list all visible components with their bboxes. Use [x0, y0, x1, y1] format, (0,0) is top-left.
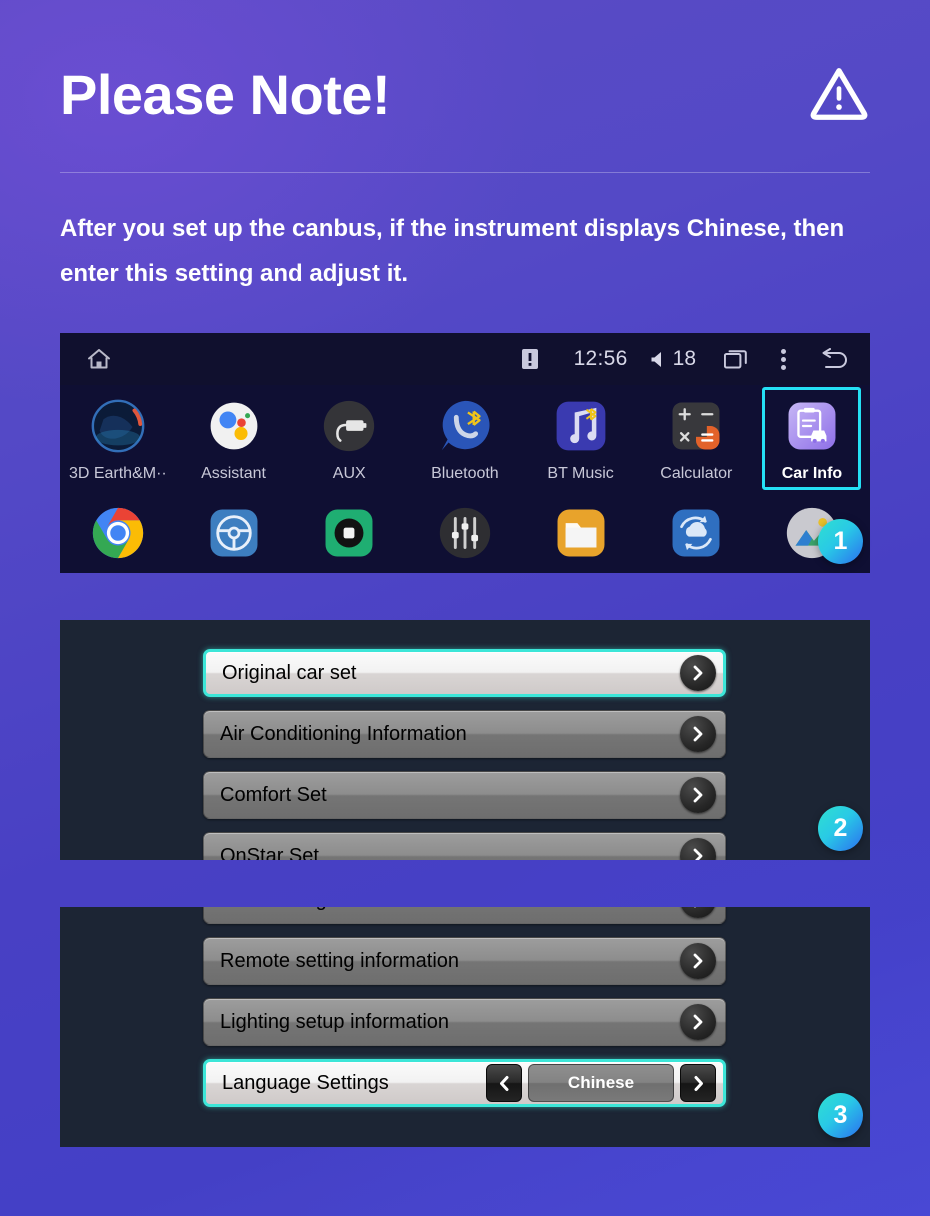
app-label: Calculator	[660, 465, 733, 482]
chevron-right-icon	[694, 1075, 703, 1091]
page-subtitle: After you set up the canbus, if the inst…	[60, 215, 845, 287]
setting-label: Comfort Set	[220, 783, 327, 806]
page-header: Please Note!	[60, 55, 870, 145]
app-steering-wheel[interactable]	[176, 496, 292, 564]
home-icon[interactable]	[86, 346, 112, 372]
app-bluetooth[interactable]: Bluetooth	[407, 385, 523, 483]
status-bar-right: 12:56 18	[521, 347, 870, 371]
launcher-screenshot: 12:56 18 3D Earth&M·· Assistant AUX Blue…	[60, 333, 870, 573]
aux-plug-icon	[318, 395, 380, 457]
chrome-icon	[87, 502, 149, 564]
setting-label: Original car set	[222, 661, 357, 684]
language-prev-button[interactable]	[486, 1064, 522, 1102]
app-label: 3D Earth&M··	[68, 465, 167, 482]
chevron-right-icon[interactable]	[680, 838, 716, 860]
chevron-right-icon[interactable]	[680, 1004, 716, 1040]
setting-row-air-conditioning[interactable]: Air Conditioning Information	[203, 710, 726, 758]
setting-label: Air Conditioning Information	[220, 722, 467, 745]
app-chrome[interactable]	[60, 496, 176, 564]
app-dashcam[interactable]	[291, 496, 407, 564]
steering-wheel-icon	[203, 502, 265, 564]
step-badge-1: 1	[818, 519, 863, 564]
cloud-sync-icon	[665, 502, 727, 564]
recents-icon[interactable]	[723, 349, 747, 369]
warning-badge-icon	[521, 349, 538, 369]
app-label: Car Info	[781, 465, 843, 482]
chevron-right-icon[interactable]	[680, 716, 716, 752]
app-bt-music[interactable]: BT Music	[523, 385, 639, 483]
language-stepper: Chinese	[486, 1064, 716, 1102]
app-label: Assistant	[201, 465, 266, 482]
setting-row-lighting-setup[interactable]: Lighting setup information	[203, 998, 726, 1046]
app-grid-row-1: 3D Earth&M·· Assistant AUX Bluetooth BT …	[60, 385, 870, 490]
volume-indicator[interactable]: 18	[650, 347, 696, 371]
volume-icon	[651, 351, 661, 367]
app-aux[interactable]: AUX	[291, 385, 407, 483]
step-badge-3: 3	[818, 1093, 863, 1138]
google-assistant-icon	[203, 395, 265, 457]
car-settings-panel-1: Original car set Air Conditioning Inform…	[60, 620, 870, 860]
chevron-right-icon[interactable]	[680, 777, 716, 813]
back-icon[interactable]	[820, 348, 848, 370]
app-label: BT Music	[547, 465, 614, 482]
warning-triangle-icon	[808, 63, 870, 125]
setting-row-onstar-set[interactable]: OnStar Set	[203, 832, 726, 860]
overflow-menu-icon[interactable]	[781, 348, 786, 370]
volume-level: 18	[672, 347, 696, 370]
setting-row-lock-setting[interactable]: Lock setting information	[203, 907, 726, 924]
app-cloud-sync[interactable]	[638, 496, 754, 564]
app-assistant[interactable]: Assistant	[176, 385, 292, 483]
setting-label: OnStar Set	[220, 844, 319, 861]
setting-label: Remote setting information	[220, 949, 460, 972]
setting-row-comfort-set[interactable]: Comfort Set	[203, 771, 726, 819]
page-title: Please Note!	[60, 63, 391, 126]
app-label: AUX	[332, 465, 366, 482]
setting-label: Lock setting information	[220, 907, 431, 912]
app-label: Bluetooth	[431, 465, 499, 482]
equalizer-icon	[434, 502, 496, 564]
setting-label: Language Settings	[222, 1071, 389, 1094]
bluetooth-phone-icon	[434, 395, 496, 457]
dashcam-icon	[318, 502, 380, 564]
app-calculator[interactable]: Calculator	[638, 385, 754, 483]
setting-row-remote-setting[interactable]: Remote setting information	[203, 937, 726, 985]
language-next-button[interactable]	[680, 1064, 716, 1102]
app-grid-row-2	[60, 496, 870, 564]
status-bar: 12:56 18	[60, 333, 870, 385]
car-settings-panel-2: Lock setting information Remote setting …	[60, 907, 870, 1147]
page-root: Please Note! After you set up the canbus…	[0, 0, 930, 1216]
app-equalizer[interactable]	[407, 496, 523, 564]
chevron-right-icon[interactable]	[680, 655, 716, 691]
app-3d-earth[interactable]: 3D Earth&M··	[60, 385, 176, 483]
app-car-info[interactable]: Car Info	[754, 385, 870, 490]
car-info-icon	[781, 395, 843, 457]
setting-row-language-settings[interactable]: Language Settings Chinese	[203, 1059, 726, 1107]
setting-label: Lighting setup information	[220, 1010, 450, 1033]
calculator-icon	[665, 395, 727, 457]
setting-row-original-car-set[interactable]: Original car set	[203, 649, 726, 697]
settings-list: Original car set Air Conditioning Inform…	[203, 649, 726, 860]
bluetooth-music-icon	[550, 395, 612, 457]
language-value: Chinese	[528, 1064, 674, 1102]
settings-list: Lock setting information Remote setting …	[203, 907, 726, 1120]
earth-icon	[87, 395, 149, 457]
app-file-manager[interactable]	[523, 496, 639, 564]
file-manager-icon	[550, 502, 612, 564]
header-divider	[60, 172, 870, 173]
status-clock: 12:56	[573, 347, 628, 370]
chevron-right-icon[interactable]	[680, 943, 716, 979]
step-badge-2: 2	[818, 806, 863, 851]
chevron-right-icon[interactable]	[680, 907, 716, 918]
chevron-left-icon	[499, 1075, 508, 1091]
